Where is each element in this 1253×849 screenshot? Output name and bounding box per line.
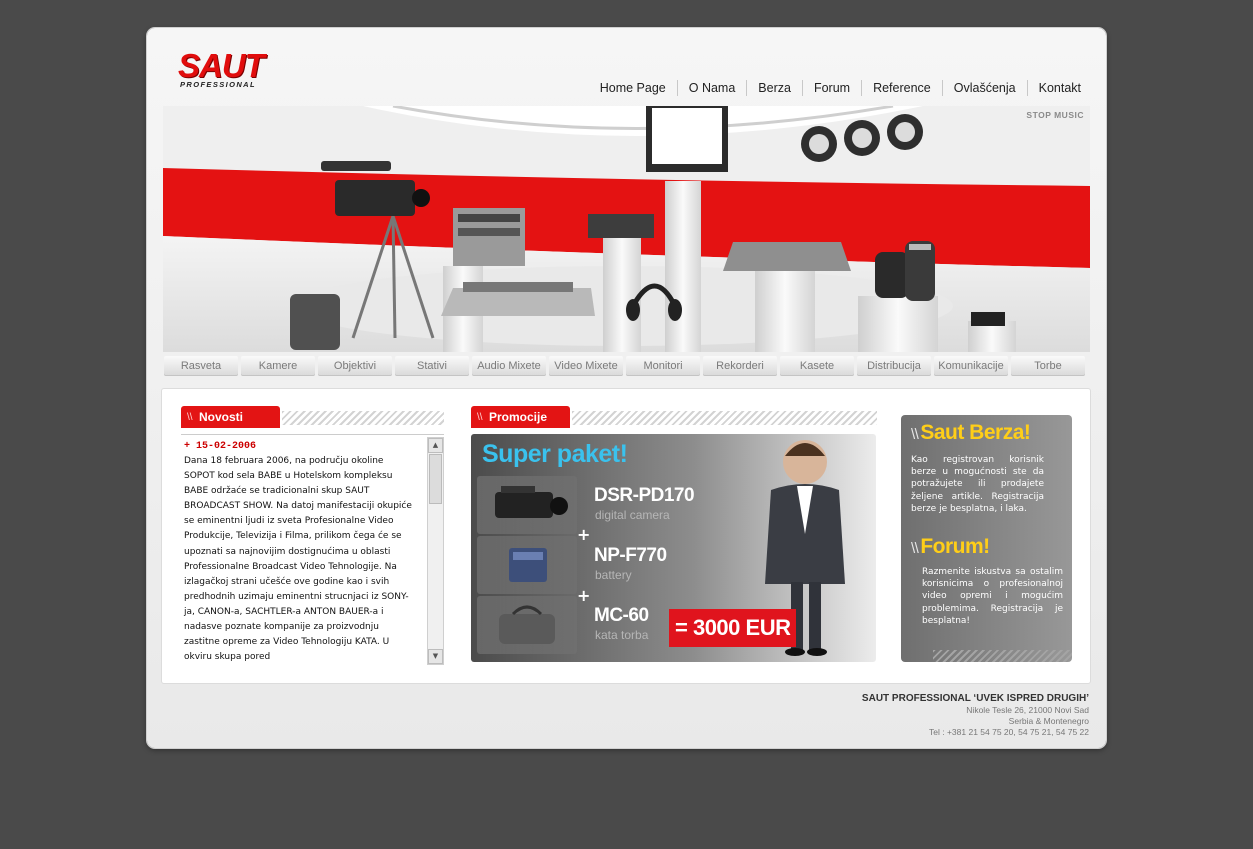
- logo-text: SAUT: [178, 47, 265, 84]
- sidebar-stripes: [933, 650, 1072, 662]
- berza-title: Saut Berza!: [920, 421, 1031, 444]
- promo-item-desc: kata torba: [595, 628, 649, 642]
- studio-equipment-image: [163, 106, 1090, 352]
- slash-icon: \\: [477, 412, 483, 423]
- cat-rekorderi[interactable]: Rekorderi: [703, 356, 777, 376]
- berza-text: Kao registrovan korisnik berze u mogućno…: [911, 455, 1044, 514]
- cat-audio-mixete[interactable]: Audio Mixete: [472, 356, 546, 376]
- header-stripe: [572, 411, 877, 425]
- news-text: Dana 18 februara 2006, na području okoli…: [184, 456, 412, 663]
- cat-kasete[interactable]: Kasete: [780, 356, 854, 376]
- footer: SAUT PROFESSIONAL ‘UVEK ISPRED DRUGIH’ N…: [862, 692, 1089, 738]
- cat-torbe[interactable]: Torbe: [1011, 356, 1085, 376]
- page-container: SAUT PROFESSIONAL Home Page O Nama Berza…: [147, 28, 1106, 748]
- cat-objektivi[interactable]: Objektivi: [318, 356, 392, 376]
- stop-music-button[interactable]: STOP MUSIC: [1026, 110, 1084, 120]
- footer-country: Serbia & Montenegro: [1008, 716, 1089, 726]
- promo-banner[interactable]: Super paket! DSR-PD170 digital camera +: [471, 434, 876, 662]
- news-tab-label: Novosti: [199, 410, 244, 424]
- nav-forum[interactable]: Forum: [801, 80, 861, 96]
- cat-komunikacije[interactable]: Komunikacije: [934, 356, 1008, 376]
- scroll-thumb[interactable]: [429, 454, 442, 504]
- bag-icon: [499, 605, 555, 644]
- logo-subtext: PROFESSIONAL: [180, 80, 256, 89]
- berza-heading[interactable]: \\Saut Berza!: [911, 421, 1031, 445]
- footer-tel: Tel : +381 21 54 75 20, 54 75 21, 54 75 …: [929, 727, 1089, 737]
- nav-berza[interactable]: Berza: [746, 80, 802, 96]
- battery-image: [477, 536, 577, 594]
- promo-item: DSR-PD170 digital camera: [477, 476, 727, 534]
- promo-item: NP-F770 battery: [477, 536, 727, 594]
- cat-monitori[interactable]: Monitori: [626, 356, 700, 376]
- promo-header: \\ Promocije: [471, 406, 877, 428]
- promo-item-desc: digital camera: [595, 508, 670, 522]
- bag-image: [477, 596, 577, 654]
- content-panel: \\ Novosti + 15-02-2006 Dana 18 februara…: [161, 388, 1091, 684]
- category-navigation: Rasveta Kamere Objektivi Stativi Audio M…: [164, 356, 1085, 376]
- cat-distribucija[interactable]: Distribucija: [857, 356, 931, 376]
- footer-address: Nikole Tesle 26, 21000 Novi Sad: [966, 705, 1089, 715]
- camera-icon: [495, 486, 568, 518]
- slash-icon: \\: [187, 412, 193, 423]
- header-stripe: [282, 411, 444, 425]
- nav-o-nama[interactable]: O Nama: [676, 80, 747, 96]
- camera-image: [477, 476, 577, 534]
- promo-item-name: MC-60: [594, 605, 649, 626]
- cat-rasveta[interactable]: Rasveta: [164, 356, 238, 376]
- forum-title: Forum!: [920, 535, 990, 558]
- slash-icon: \\: [911, 426, 919, 443]
- nav-ovlascenja[interactable]: Ovlašćenja: [941, 80, 1027, 96]
- footer-company: SAUT PROFESSIONAL ‘UVEK ISPRED DRUGIH’: [861, 693, 1089, 704]
- cat-video-mixete[interactable]: Video Mixete: [549, 356, 623, 376]
- news-header: \\ Novosti: [181, 406, 444, 428]
- scroll-up-icon[interactable]: ▲: [428, 438, 443, 453]
- promo-tab-label: Promocije: [489, 410, 548, 424]
- saut-logo[interactable]: SAUT PROFESSIONAL: [178, 47, 293, 90]
- forum-heading[interactable]: \\Forum!: [911, 535, 990, 559]
- cat-kamere[interactable]: Kamere: [241, 356, 315, 376]
- forum-text: Razmenite iskustva sa ostalim korisnicim…: [922, 567, 1063, 626]
- nav-reference[interactable]: Reference: [861, 80, 942, 96]
- promo-tab[interactable]: \\ Promocije: [471, 406, 570, 428]
- price-badge: = 3000 EUR: [669, 609, 796, 647]
- news-box: + 15-02-2006 Dana 18 februara 2006, na p…: [181, 434, 444, 666]
- top-navigation: Home Page O Nama Berza Forum Reference O…: [589, 80, 1083, 96]
- sidebar-box: \\Saut Berza! Kao registrovan korisnik b…: [901, 415, 1072, 662]
- scroll-down-icon[interactable]: ▼: [428, 649, 443, 664]
- news-date: + 15-02-2006: [184, 441, 257, 452]
- promo-item-name: NP-F770: [594, 545, 667, 566]
- promo-item-name: DSR-PD170: [594, 485, 695, 506]
- nav-home-page[interactable]: Home Page: [589, 80, 677, 96]
- promo-item-desc: battery: [595, 568, 632, 582]
- nav-kontakt[interactable]: Kontakt: [1026, 80, 1083, 96]
- cat-stativi[interactable]: Stativi: [395, 356, 469, 376]
- hero-banner: STOP MUSIC: [163, 106, 1090, 352]
- promo-title: Super paket!: [482, 440, 628, 468]
- battery-icon: [509, 548, 547, 582]
- slash-icon: \\: [911, 540, 919, 557]
- news-tab[interactable]: \\ Novosti: [181, 406, 280, 428]
- news-scrollbar[interactable]: ▲ ▼: [427, 437, 444, 665]
